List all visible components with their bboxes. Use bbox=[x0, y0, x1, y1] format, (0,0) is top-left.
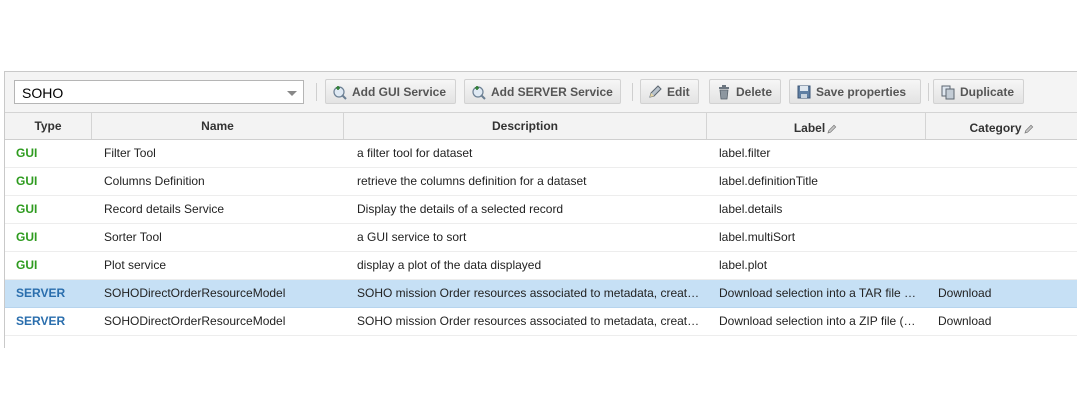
label-cell: label.filter bbox=[719, 146, 771, 160]
edit-label: Edit bbox=[667, 85, 690, 99]
label-cell: label.plot bbox=[719, 258, 768, 272]
label-cell: label.details bbox=[719, 202, 783, 216]
column-header-name[interactable]: Name bbox=[92, 113, 344, 139]
toolbar-separator bbox=[632, 83, 633, 101]
project-selector-value: SOHO bbox=[22, 85, 64, 101]
delete-button[interactable]: Delete bbox=[709, 79, 781, 104]
category-cell bbox=[938, 168, 1073, 195]
type-cell: GUI bbox=[16, 230, 38, 244]
save-properties-button[interactable]: Save properties bbox=[789, 79, 921, 104]
name-cell: SOHODirectOrderResourceModel bbox=[104, 314, 286, 328]
add-server-service-label: Add SERVER Service bbox=[491, 85, 613, 99]
edit-button[interactable]: Edit bbox=[640, 79, 699, 104]
description-cell: a filter tool for dataset bbox=[357, 146, 473, 160]
label-cell: label.multiSort bbox=[719, 230, 796, 244]
duplicate-label: Duplicate bbox=[960, 85, 1015, 99]
table-header: Type Name Description Label Category bbox=[5, 113, 1077, 140]
category-cell bbox=[938, 252, 1073, 279]
add-server-service-button[interactable]: Add SERVER Service bbox=[464, 79, 621, 104]
category-cell: Download bbox=[938, 286, 992, 300]
table-row[interactable]: GUI Sorter Tool a GUI service to sort la… bbox=[5, 224, 1077, 252]
services-panel: SOHO Add GUI Service Add SERVER Service bbox=[4, 71, 1077, 348]
column-header-label[interactable]: Label bbox=[707, 113, 926, 139]
pencil-icon bbox=[649, 85, 662, 98]
add-gui-service-label: Add GUI Service bbox=[352, 85, 447, 99]
column-header-label: Category bbox=[969, 121, 1022, 135]
description-cell: SOHO mission Order resources associated … bbox=[357, 286, 700, 300]
column-header-category[interactable]: Category bbox=[926, 113, 1077, 139]
toolbar-separator bbox=[316, 83, 317, 101]
trash-icon bbox=[719, 85, 729, 100]
editable-pencil-icon bbox=[827, 124, 837, 134]
add-gui-service-button[interactable]: Add GUI Service bbox=[325, 79, 456, 104]
table-row[interactable]: GUI Columns Definition retrieve the colu… bbox=[5, 168, 1077, 196]
add-service-icon bbox=[472, 86, 486, 100]
label-cell: Download selection into a TAR file … bbox=[719, 286, 916, 300]
category-cell bbox=[938, 196, 1073, 223]
chevron-down-icon[interactable] bbox=[287, 91, 297, 96]
column-header-description[interactable]: Description bbox=[344, 113, 707, 139]
table-row-selected[interactable]: SERVER SOHODirectOrderResourceModel SOHO… bbox=[5, 280, 1077, 308]
name-cell: Record details Service bbox=[104, 202, 225, 216]
category-cell bbox=[938, 224, 1073, 251]
name-cell: Columns Definition bbox=[104, 174, 205, 188]
label-cell: Download selection into a ZIP file (… bbox=[719, 314, 916, 328]
description-cell: display a plot of the data displayed bbox=[357, 258, 542, 272]
type-cell: GUI bbox=[16, 258, 38, 272]
category-cell bbox=[938, 140, 1073, 167]
description-cell: retrieve the columns definition for a da… bbox=[357, 174, 587, 188]
save-icon bbox=[797, 85, 811, 99]
name-cell: Sorter Tool bbox=[104, 230, 162, 244]
toolbar-separator bbox=[928, 83, 929, 101]
name-cell: Filter Tool bbox=[104, 146, 156, 160]
table-row[interactable]: GUI Plot service display a plot of the d… bbox=[5, 252, 1077, 280]
category-cell: Download bbox=[938, 314, 992, 328]
toolbar: SOHO Add GUI Service Add SERVER Service bbox=[5, 72, 1077, 113]
column-header-type[interactable]: Type bbox=[5, 113, 92, 139]
type-cell: SERVER bbox=[16, 314, 66, 328]
description-cell: Display the details of a selected record bbox=[357, 202, 564, 216]
save-properties-label: Save properties bbox=[816, 85, 907, 99]
type-cell: GUI bbox=[16, 146, 38, 160]
type-cell: GUI bbox=[16, 202, 38, 216]
column-header-label: Label bbox=[793, 121, 826, 135]
type-cell: GUI bbox=[16, 174, 38, 188]
label-cell: label.definitionTitle bbox=[719, 174, 818, 188]
type-cell: SERVER bbox=[16, 286, 66, 300]
description-cell: a GUI service to sort bbox=[357, 230, 467, 244]
column-header-label: Type bbox=[34, 119, 62, 133]
column-header-label: Description bbox=[491, 119, 558, 133]
duplicate-button[interactable]: Duplicate bbox=[933, 79, 1024, 104]
duplicate-icon bbox=[941, 85, 955, 100]
editable-pencil-icon bbox=[1023, 124, 1033, 134]
project-selector[interactable]: SOHO bbox=[14, 80, 304, 104]
table-row[interactable]: GUI Record details Service Display the d… bbox=[5, 196, 1077, 224]
name-cell: Plot service bbox=[104, 258, 167, 272]
column-header-label: Name bbox=[201, 119, 234, 133]
table-row[interactable]: GUI Filter Tool a filter tool for datase… bbox=[5, 140, 1077, 168]
name-cell: SOHODirectOrderResourceModel bbox=[104, 286, 286, 300]
table-row[interactable]: SERVER SOHODirectOrderResourceModel SOHO… bbox=[5, 308, 1077, 336]
description-cell: SOHO mission Order resources associated … bbox=[357, 314, 700, 328]
add-service-icon bbox=[333, 86, 347, 100]
delete-label: Delete bbox=[736, 85, 773, 99]
